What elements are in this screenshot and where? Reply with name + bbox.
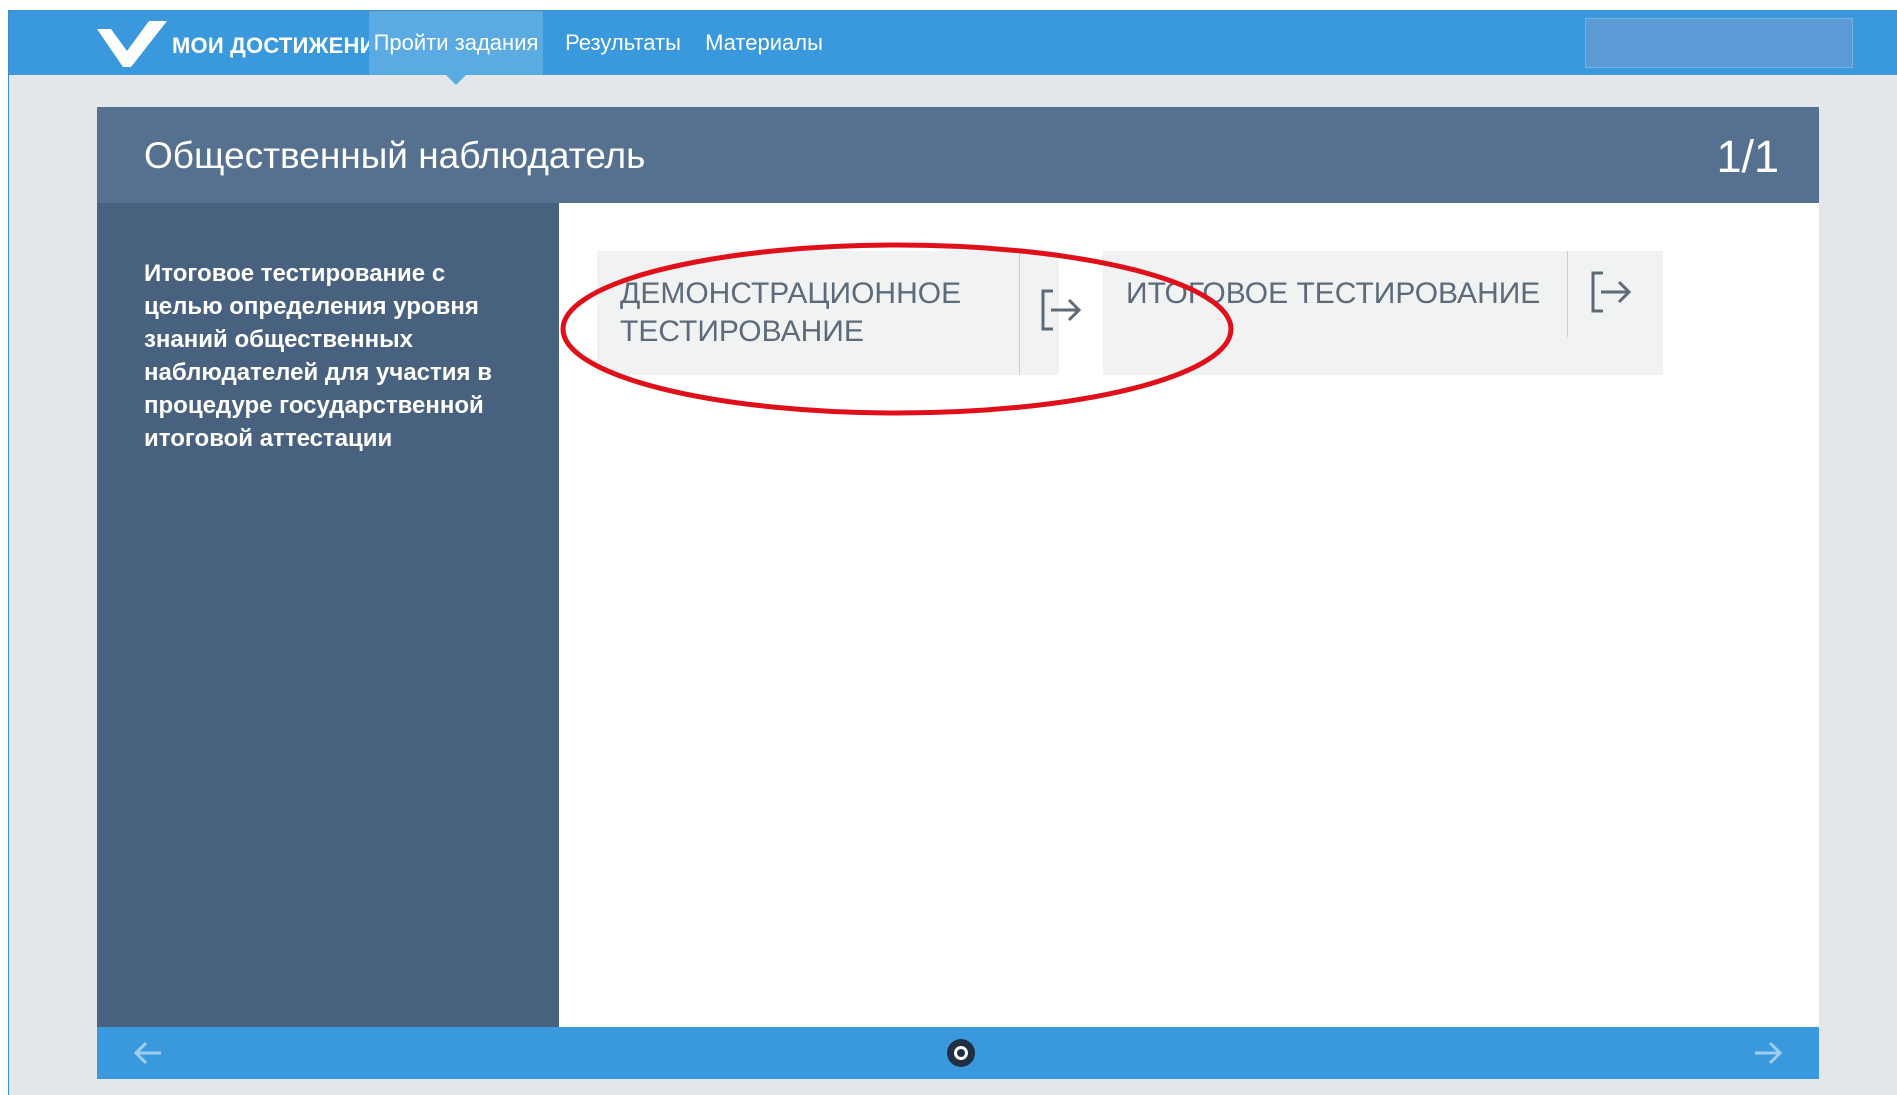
tab-label: Пройти задания [373, 30, 539, 55]
demo-test-label-line2: ТЕСТИРОВАНИЕ [620, 315, 864, 348]
tab-materials[interactable]: Материалы [699, 11, 829, 75]
app-frame: МОИ ДОСТИЖЕНИЯ Пройти задания Результаты… [8, 10, 1897, 1095]
tab-pass-tasks[interactable]: Пройти задания [369, 11, 543, 85]
top-navigation-bar: МОИ ДОСТИЖЕНИЯ Пройти задания Результаты… [9, 11, 1897, 85]
arrow-left-icon[interactable] [131, 1036, 165, 1070]
brand-name[interactable]: МОИ ДОСТИЖЕНИЯ [172, 33, 392, 59]
button-divider [1019, 251, 1020, 375]
enter-arrow-icon[interactable] [1037, 287, 1083, 333]
demo-test-label-line1: ДЕМОНСТРАЦИОННОЕ [620, 277, 962, 310]
card-content: ДЕМОНСТРАЦИОННОЕ ТЕСТИРОВАНИЕ ИТОГОВОЕ Т… [559, 203, 1819, 1027]
card-title: Общественный наблюдатель [144, 135, 646, 176]
button-divider [1567, 251, 1568, 337]
final-test-button[interactable]: ИТОГОВОЕ ТЕСТИРОВАНИЕ [1103, 251, 1663, 375]
page-dot-current[interactable] [947, 1039, 975, 1067]
card-header: Общественный наблюдатель 1/1 [97, 107, 1819, 203]
active-tab-caret [446, 75, 466, 85]
final-test-label: ИТОГОВОЕ ТЕСТИРОВАНИЕ [1126, 277, 1541, 310]
enter-arrow-icon[interactable] [1587, 269, 1633, 315]
demo-test-button[interactable]: ДЕМОНСТРАЦИОННОЕ ТЕСТИРОВАНИЕ [597, 251, 1082, 375]
card-counter: 1/1 [1716, 131, 1779, 182]
card-pagination-bar [97, 1027, 1819, 1079]
tab-label: Материалы [705, 30, 823, 55]
tab-results[interactable]: Результаты [553, 11, 693, 75]
checkmark-logo-icon[interactable] [97, 21, 175, 67]
card-description: Итоговое тестирование с целью определени… [144, 260, 492, 452]
user-account-box[interactable] [1585, 18, 1853, 68]
arrow-right-icon[interactable] [1751, 1036, 1785, 1070]
task-card: Общественный наблюдатель 1/1 Итоговое те… [97, 107, 1819, 1079]
card-sidebar: Итоговое тестирование с целью определени… [97, 203, 559, 1027]
tab-label: Результаты [565, 30, 681, 55]
